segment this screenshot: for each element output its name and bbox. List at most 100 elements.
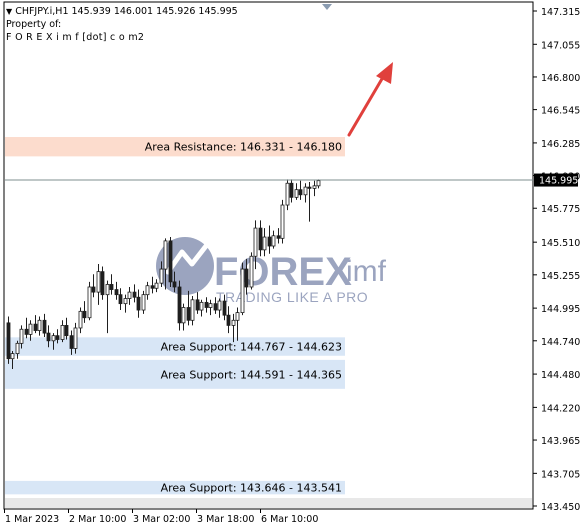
candle-body <box>249 255 254 288</box>
candle-body <box>217 300 222 311</box>
candle-body <box>55 335 60 340</box>
candle-body <box>10 353 15 360</box>
zone-label-1: Area Support: 144.767 - 144.623 <box>161 341 342 354</box>
candle-body <box>51 335 56 342</box>
candle-body <box>141 294 146 311</box>
candle-body <box>96 271 101 293</box>
candle-body <box>231 319 236 326</box>
y-tick-label: 144.220 <box>541 403 580 414</box>
y-tick-label: 143.965 <box>541 436 580 447</box>
candle-body <box>168 240 173 283</box>
symbol-quote-line: ▼ CHFJPY.i,H1 145.939 146.001 145.926 14… <box>6 6 238 17</box>
candle-body <box>235 312 240 321</box>
y-tick-label: 143.705 <box>541 469 580 480</box>
x-tick-label: 3 Mar 18:00 <box>197 514 254 525</box>
candle-body <box>69 335 74 349</box>
bottom-strip <box>5 498 532 508</box>
candle-body <box>316 180 321 187</box>
candle-body <box>87 286 92 319</box>
y-tick-label: 147.315 <box>541 7 580 18</box>
candle-body <box>294 189 299 198</box>
y-tick-label: 143.450 <box>541 502 580 513</box>
candle-body <box>150 285 155 289</box>
candle-body <box>82 310 87 319</box>
candle-body <box>253 227 258 257</box>
candle-body <box>199 301 204 311</box>
candle-body <box>6 322 11 360</box>
candle-body <box>15 342 20 354</box>
y-tick-label: 145.775 <box>541 204 580 215</box>
zone-label-3: Area Support: 143.646 - 143.541 <box>161 482 342 495</box>
candle-body <box>118 294 123 305</box>
candle-body <box>271 235 276 247</box>
candle-body <box>204 301 209 308</box>
y-tick-label: 147.055 <box>541 40 580 51</box>
brand-tagline: TRADING LIKE A PRO <box>216 289 368 305</box>
chart-window: Area Resistance: 146.331 - 146.180 Area S… <box>0 0 584 531</box>
candle-body <box>127 291 132 299</box>
candle-body <box>159 268 164 284</box>
candle-body <box>222 300 227 316</box>
candle-body <box>276 235 281 239</box>
candle-body <box>195 299 200 311</box>
zone-label-0: Area Resistance: 146.331 - 146.180 <box>145 141 342 154</box>
y-tick-label: 145.255 <box>541 271 580 282</box>
candle-body <box>46 332 51 342</box>
candle-body <box>172 281 177 288</box>
candle-body <box>33 323 38 331</box>
candle-body <box>240 268 245 314</box>
candle-body <box>280 204 285 239</box>
candle-body <box>19 328 24 344</box>
candle-body <box>303 186 308 196</box>
candle-body <box>109 284 114 290</box>
candle-body <box>285 182 290 206</box>
candle-body <box>244 268 249 288</box>
candle-body <box>177 286 182 324</box>
candle-body <box>136 296 141 311</box>
brand-suffix: imf <box>346 255 387 288</box>
candle-body <box>186 307 191 321</box>
candle-body <box>73 327 78 349</box>
symbol-quote-text: CHFJPY.i,H1 145.939 146.001 145.926 145.… <box>15 6 238 17</box>
candle-body <box>145 285 150 296</box>
property-label: Property of: <box>6 19 62 30</box>
candle-body <box>24 328 29 335</box>
property-value: F O R E X i m f [dot] c o m2 <box>6 32 145 43</box>
zone-label-2: Area Support: 144.591 - 144.365 <box>161 368 342 381</box>
x-tick-label: 1 Mar 2023 <box>5 514 59 525</box>
x-tick-label: 6 Mar 10:00 <box>261 514 318 525</box>
y-tick-label: 144.740 <box>541 337 580 348</box>
y-tick-label: 146.800 <box>541 73 580 84</box>
candle-body <box>154 282 159 289</box>
candle-body <box>298 189 303 196</box>
candle-body <box>307 186 312 189</box>
candle-body <box>181 307 186 324</box>
candle-body <box>114 289 119 296</box>
y-tick-label: 146.545 <box>541 106 580 117</box>
candle-body <box>213 303 218 311</box>
x-tick-label: 3 Mar 02:00 <box>133 514 190 525</box>
candle-body <box>78 310 83 329</box>
collapse-triangle-icon[interactable]: ▼ <box>6 7 12 16</box>
price-chart[interactable]: Area Resistance: 146.331 - 146.180 Area S… <box>0 0 584 531</box>
candle-body <box>226 314 231 326</box>
candle-body <box>28 323 33 335</box>
candle-body <box>60 325 65 340</box>
candle-body <box>91 286 96 293</box>
brand-name: FOREX <box>214 250 352 294</box>
candle-body <box>37 319 42 331</box>
candle-body <box>64 325 69 337</box>
last-price-label: 145.995 <box>539 176 578 187</box>
candle-body <box>208 303 213 308</box>
x-tick-label: 2 Mar 10:00 <box>69 514 126 525</box>
candle-body <box>262 236 267 251</box>
candle-body <box>132 291 137 298</box>
candle-body <box>123 298 128 305</box>
candle-body <box>100 271 105 296</box>
candle-body <box>289 182 294 198</box>
candle-body <box>190 299 195 321</box>
y-tick-label: 144.480 <box>541 370 580 381</box>
candle-body <box>258 227 263 251</box>
candle-body <box>312 185 317 189</box>
candle-body <box>267 236 272 247</box>
